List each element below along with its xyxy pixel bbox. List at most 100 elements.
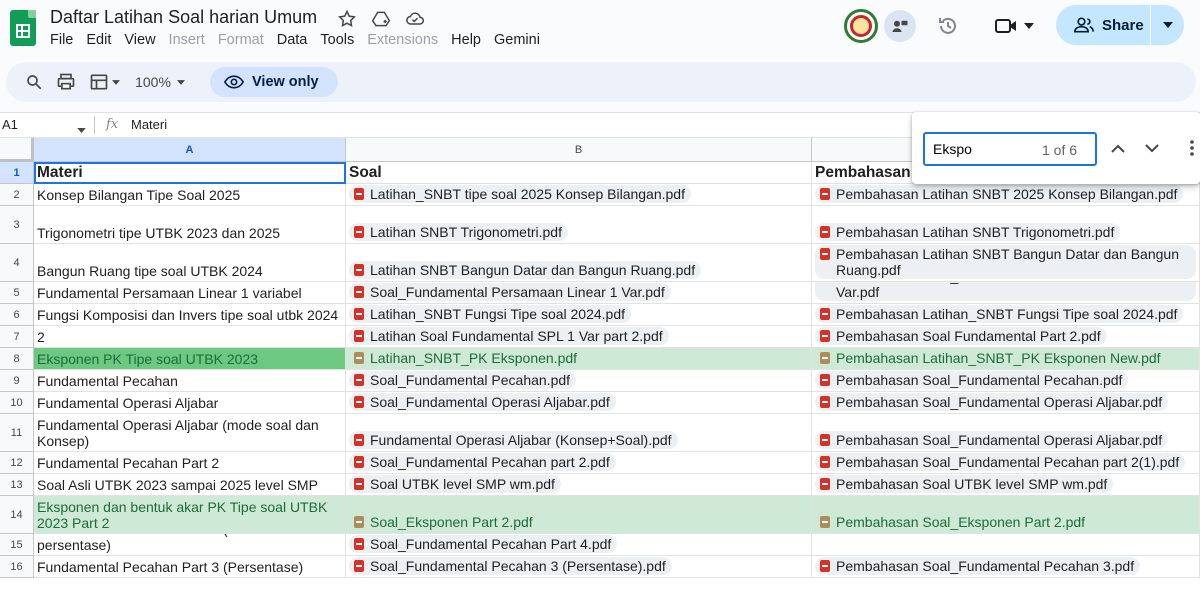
- row-number[interactable]: 4: [0, 244, 34, 282]
- soal-cell[interactable]: Soal UTBK level SMP wm.pdf: [346, 474, 812, 496]
- row-number[interactable]: 10: [0, 392, 34, 414]
- pembahasan-cell[interactable]: Pembahasan Soal_Fundamental Pecahan part…: [812, 452, 1200, 474]
- file-chip[interactable]: Pembahasan Soal_Fundamental Pecahan 3.pd…: [815, 557, 1141, 575]
- search-menus-button[interactable]: [22, 70, 46, 94]
- materi-cell[interactable]: Trigonometri tipe UTBK 2023 dan 2025: [34, 206, 346, 244]
- share-button[interactable]: Share: [1056, 5, 1184, 45]
- file-chip[interactable]: Fundamental Operasi Aljabar (Konsep+Soal…: [349, 431, 678, 449]
- file-chip[interactable]: Latihan Soal Fundamental SPL 1 Var part …: [349, 327, 669, 345]
- share-dropdown[interactable]: [1151, 22, 1184, 28]
- file-chip[interactable]: Pembahasan Soal UTBK level SMP wm.pdf: [815, 475, 1114, 493]
- column-header-b[interactable]: B: [346, 138, 812, 162]
- menu-insert[interactable]: Insert: [169, 32, 205, 48]
- materi-cell[interactable]: Fungsi Komposisi dan Invers tipe soal ut…: [34, 304, 346, 326]
- pembahasan-cell[interactable]: Pembahasan Soal_Fundamental Operasi Alja…: [812, 392, 1200, 414]
- soal-cell[interactable]: Latihan_SNBT Fungsi Tipe soal 2024.pdf: [346, 304, 812, 326]
- document-title[interactable]: Daftar Latihan Soal harian Umum: [50, 7, 317, 28]
- soal-cell[interactable]: Latihan_SNBT tipe soal 2025 Konsep Bilan…: [346, 184, 812, 206]
- materi-cell[interactable]: Fundamental Operasi Aljabar: [34, 392, 346, 414]
- materi-cell[interactable]: Fundamental Pecahan Part 3 (Persentase): [34, 556, 346, 578]
- soal-cell[interactable]: Soal_Fundamental Pecahan part 2.pdf: [346, 452, 812, 474]
- file-chip[interactable]: Latihan_SNBT Fungsi Tipe soal 2024.pdf: [349, 305, 632, 323]
- menu-extensions[interactable]: Extensions: [367, 32, 438, 48]
- meet-button[interactable]: [990, 12, 1038, 40]
- menu-help[interactable]: Help: [451, 32, 481, 48]
- soal-cell[interactable]: Latihan SNBT Trigonometri.pdf: [346, 206, 812, 244]
- version-history-button[interactable]: [934, 12, 962, 40]
- menu-format[interactable]: Format: [218, 32, 264, 48]
- row-number[interactable]: 1: [0, 162, 34, 184]
- row-number[interactable]: 13: [0, 474, 34, 496]
- materi-cell[interactable]: Fundamental Pecahan Part 2: [34, 452, 346, 474]
- header-cell[interactable]: Materi: [34, 162, 346, 184]
- pembahasan-cell[interactable]: Pembahasan Latihan_SNBT Fungsi Tipe soal…: [812, 304, 1200, 326]
- pembahasan-cell[interactable]: Pembahasan Soal UTBK level SMP wm.pdf: [812, 474, 1200, 496]
- file-chip[interactable]: Pembahasan Soal_Fundamental Pecahan.pdf: [815, 371, 1129, 389]
- row-number[interactable]: 8: [0, 348, 34, 370]
- row-number[interactable]: 6: [0, 304, 34, 326]
- soal-cell[interactable]: Fundamental Operasi Aljabar (Konsep+Soal…: [346, 414, 812, 452]
- soal-cell[interactable]: Soal_Fundamental Pecahan.pdf: [346, 370, 812, 392]
- file-chip[interactable]: Soal_Fundamental Persamaan Linear 1 Var.…: [349, 283, 671, 301]
- pembahasan-cell[interactable]: Pembahasan Soal Fundamental Part 2.pdf: [812, 326, 1200, 348]
- file-chip[interactable]: Pembahasan Soal_Fundamental Persamaan Li…: [815, 282, 1196, 301]
- find-more-options-button[interactable]: [1184, 136, 1200, 160]
- pembahasan-cell[interactable]: Pembahasan Soal_Fundamental Pecahan 3.pd…: [812, 556, 1200, 578]
- row-number[interactable]: 14: [0, 496, 34, 534]
- file-chip[interactable]: Pembahasan Latihan SNBT Bangun Datar dan…: [815, 245, 1196, 279]
- user-avatar[interactable]: [844, 9, 878, 43]
- materi-cell[interactable]: Bangun Ruang tipe soal UTBK 2024: [34, 244, 346, 282]
- select-all-corner[interactable]: [0, 138, 34, 162]
- file-chip[interactable]: Soal UTBK level SMP wm.pdf: [349, 475, 561, 493]
- spreadsheet-grid[interactable]: A B C 1MateriSoalPembahasan2Konsep Bilan…: [0, 138, 1200, 593]
- row-number[interactable]: 16: [0, 556, 34, 578]
- zoom-select[interactable]: 100%: [128, 70, 192, 94]
- file-chip[interactable]: Latihan_SNBT tipe soal 2025 Konsep Bilan…: [349, 185, 691, 203]
- pembahasan-cell[interactable]: Pembahasan Latihan SNBT Trigonometri.pdf: [812, 206, 1200, 244]
- soal-cell[interactable]: Soal_Fundamental Operasi Aljabar.pdf: [346, 392, 812, 414]
- file-chip[interactable]: Pembahasan Latihan SNBT 2025 Konsep Bila…: [815, 185, 1184, 203]
- comments-button[interactable]: [884, 10, 916, 42]
- soal-cell[interactable]: Latihan Soal Fundamental SPL 1 Var part …: [346, 326, 812, 348]
- menu-data[interactable]: Data: [277, 32, 308, 48]
- column-header-a[interactable]: A: [34, 138, 346, 162]
- pembahasan-cell[interactable]: Pembahasan Latihan_SNBT_PK Eksponen New.…: [812, 348, 1200, 370]
- pembahasan-cell[interactable]: Pembahasan Soal_Fundamental Operasi Alja…: [812, 414, 1200, 452]
- file-chip[interactable]: Soal_Fundamental Pecahan part 2.pdf: [349, 453, 616, 471]
- soal-cell[interactable]: Latihan SNBT Bangun Datar dan Bangun Rua…: [346, 244, 812, 282]
- materi-cell[interactable]: Konsep Bilangan Tipe Soal 2025: [34, 184, 346, 206]
- move-to-drive-icon[interactable]: [370, 8, 392, 30]
- materi-cell[interactable]: Fundamental Pecahan: [34, 370, 346, 392]
- file-chip[interactable]: Soal_Fundamental Pecahan 3 (Persentase).…: [349, 557, 672, 575]
- row-number[interactable]: 9: [0, 370, 34, 392]
- file-chip[interactable]: Pembahasan Soal_Fundamental Operasi Alja…: [815, 431, 1169, 449]
- materi-cell[interactable]: Fundamental Persamaan Linear 1 variabel: [34, 282, 346, 304]
- soal-cell[interactable]: Latihan_SNBT_PK Eksponen.pdf: [346, 348, 812, 370]
- file-chip[interactable]: Latihan SNBT Bangun Datar dan Bangun Rua…: [349, 261, 702, 279]
- materi-cell[interactable]: Fundamental Operasi Aljabar (mode soal d…: [34, 414, 346, 452]
- file-chip[interactable]: Pembahasan Latihan SNBT Trigonometri.pdf: [815, 223, 1121, 241]
- star-icon[interactable]: [336, 8, 358, 30]
- row-number[interactable]: 3: [0, 206, 34, 244]
- print-button[interactable]: [54, 70, 78, 94]
- file-chip[interactable]: Pembahasan Soal_Fundamental Operasi Alja…: [815, 393, 1169, 411]
- header-cell[interactable]: Soal: [346, 162, 812, 184]
- row-number[interactable]: 11: [0, 414, 34, 452]
- formula-input[interactable]: Materi: [131, 117, 167, 132]
- materi-cell[interactable]: Fundamental Persamaan Linear 1 variabel …: [34, 326, 346, 348]
- file-chip[interactable]: Pembahasan Soal_Fundamental Pecahan part…: [815, 453, 1186, 471]
- file-chip[interactable]: Soal_Fundamental Pecahan.pdf: [349, 371, 577, 389]
- soal-cell[interactable]: Soal_Fundamental Persamaan Linear 1 Var.…: [346, 282, 812, 304]
- materi-cell[interactable]: Eksponen dan bentuk akar PK Tipe soal UT…: [34, 496, 346, 534]
- menu-gemini[interactable]: Gemini: [494, 32, 540, 48]
- soal-cell[interactable]: Soal_Eksponen Part 2.pdf: [346, 496, 812, 534]
- file-chip[interactable]: Latihan_SNBT_PK Eksponen.pdf: [349, 349, 583, 367]
- materi-cell[interactable]: Fundamental Pecahan Part 4 (masih persen…: [34, 534, 346, 556]
- menu-edit[interactable]: Edit: [86, 32, 111, 48]
- pembahasan-cell[interactable]: Pembahasan Soal_Fundamental Pecahan.pdf: [812, 370, 1200, 392]
- soal-cell[interactable]: Soal_Fundamental Pecahan Part 4.pdf: [346, 534, 812, 556]
- row-number[interactable]: 15: [0, 534, 34, 556]
- materi-cell[interactable]: Eksponen PK Tipe soal UTBK 2023: [34, 348, 346, 370]
- materi-cell[interactable]: Soal Asli UTBK 2023 sampai 2025 level SM…: [34, 474, 346, 496]
- pembahasan-cell[interactable]: Pembahasan Soal_Fundamental Persamaan Li…: [812, 282, 1200, 304]
